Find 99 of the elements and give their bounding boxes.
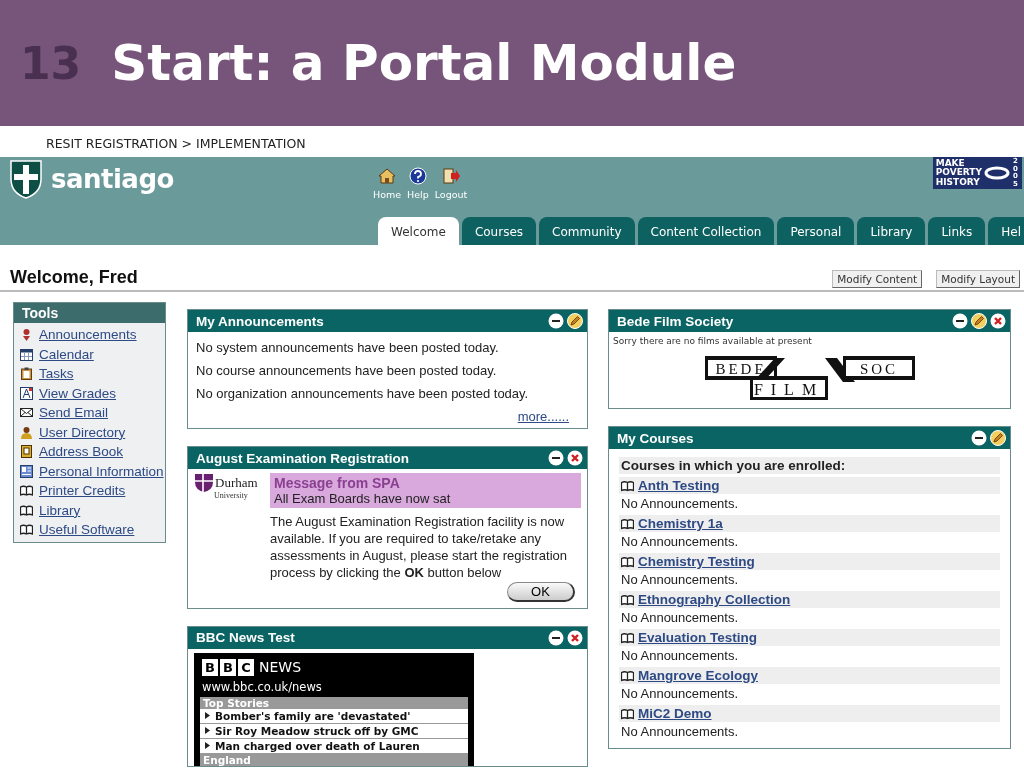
close-icon[interactable] bbox=[567, 450, 583, 466]
modify-button[interactable]: Modify Layout bbox=[936, 270, 1020, 288]
minimize-icon[interactable] bbox=[548, 450, 564, 466]
close-icon[interactable] bbox=[990, 313, 1006, 329]
tool-link[interactable]: Tasks bbox=[39, 366, 74, 381]
notice-text: Sorry there are no films available at present bbox=[613, 336, 813, 346]
address-book-icon bbox=[20, 445, 33, 458]
tool-link[interactable]: Printer Credits bbox=[39, 483, 126, 498]
course-link[interactable]: Chemistry Testing bbox=[638, 554, 755, 569]
tool-link[interactable]: Send Email bbox=[39, 405, 109, 420]
open-book-icon bbox=[621, 707, 634, 720]
nav-tab[interactable]: Hel bbox=[988, 217, 1024, 245]
tool-link[interactable]: Personal Information bbox=[39, 463, 164, 479]
modify-button[interactable]: Modify Content bbox=[832, 270, 923, 288]
logo-letter: B bbox=[202, 658, 218, 676]
course-note: No Announcements. bbox=[620, 647, 740, 664]
course-note: No Announcements. bbox=[620, 609, 740, 626]
minimize-icon[interactable] bbox=[548, 629, 564, 646]
announcement-text: No organization announcements have been posted today. bbox=[196, 386, 530, 401]
slide-title: Start: a Portal Module bbox=[111, 34, 737, 92]
course-note: No Announcements. bbox=[620, 495, 740, 512]
course-note: No Announcements. bbox=[620, 685, 740, 702]
logo-letter: B bbox=[220, 658, 236, 676]
nav-tab[interactable]: Personal bbox=[777, 217, 855, 245]
id-card-icon bbox=[20, 464, 33, 478]
tool-link[interactable]: User Directory bbox=[39, 424, 126, 440]
shield-logo-icon bbox=[9, 159, 43, 199]
minimize-icon[interactable] bbox=[971, 430, 987, 446]
nav-tab[interactable]: Courses bbox=[461, 217, 537, 245]
module-title: August Examination Registration bbox=[196, 450, 410, 466]
nav-tab[interactable]: Links bbox=[928, 217, 986, 245]
module-title: Bede Film Society bbox=[617, 313, 734, 329]
minimize-icon[interactable] bbox=[548, 313, 564, 329]
section-heading: Top Stories bbox=[200, 696, 468, 709]
tool-link[interactable]: View Grades bbox=[39, 385, 117, 401]
open-book-icon bbox=[621, 593, 634, 606]
breadcrumb: RESIT REGISTRATION > IMPLEMENTATION bbox=[45, 135, 307, 153]
module-title: My Announcements bbox=[196, 313, 324, 329]
more-link[interactable]: more...... bbox=[517, 409, 569, 424]
course-link[interactable]: Anth Testing bbox=[638, 478, 720, 493]
open-book-icon bbox=[20, 523, 33, 536]
pencil-icon[interactable] bbox=[971, 313, 987, 329]
grades-icon bbox=[20, 386, 33, 400]
logo-letter: C bbox=[238, 658, 254, 676]
message-title: Message from SPA bbox=[274, 475, 401, 491]
message-subtitle: All Exam Boards have now sat bbox=[274, 491, 452, 506]
help-icon bbox=[408, 167, 427, 185]
open-book-icon bbox=[621, 631, 634, 644]
ok-button[interactable]: OK bbox=[507, 581, 575, 602]
course-link[interactable]: MiC2 Demo bbox=[638, 706, 712, 721]
open-book-icon bbox=[20, 484, 33, 497]
home-icon bbox=[378, 167, 397, 185]
course-note: No Announcements. bbox=[620, 533, 740, 550]
tool-link[interactable]: Calendar bbox=[39, 346, 94, 362]
close-icon[interactable] bbox=[567, 629, 583, 646]
nav-tab[interactable]: Library bbox=[857, 217, 926, 245]
module-title: My Courses bbox=[617, 430, 694, 446]
tool-link[interactable]: Announcements bbox=[39, 327, 137, 342]
clipboard-icon bbox=[20, 367, 33, 380]
brand-name: santiago bbox=[51, 164, 174, 194]
registration-text: The August Examination Registration facility is now available. If you are required to take/retake any assessments in August, please start the registration process by clicking the OK button below bbox=[270, 514, 568, 582]
logout-icon bbox=[442, 167, 460, 185]
band-icon bbox=[984, 166, 1010, 180]
film-society-logo: BEDE FILM SOC bbox=[704, 354, 915, 402]
course-link[interactable]: Chemistry 1a bbox=[638, 516, 723, 531]
course-note: No Announcements. bbox=[620, 723, 740, 740]
pencil-icon[interactable] bbox=[990, 430, 1006, 446]
open-book-icon bbox=[20, 503, 33, 517]
course-link[interactable]: Ethnography Collection bbox=[638, 592, 791, 607]
pencil-icon[interactable] bbox=[567, 313, 583, 329]
panel-header: Tools bbox=[14, 303, 165, 323]
courses-heading: Courses in which you are enrolled: bbox=[619, 457, 1000, 474]
module-title: BBC News Test bbox=[196, 630, 295, 646]
nav-tab[interactable]: Community bbox=[539, 217, 635, 245]
course-link[interactable]: Mangrove Ecology bbox=[638, 668, 759, 683]
announcement-text: No system announcements have been posted today. bbox=[196, 340, 500, 355]
logo-word: NEWS bbox=[259, 659, 302, 676]
announcement-text: No course announcements have been posted today. bbox=[196, 363, 498, 378]
tool-link[interactable]: Useful Software bbox=[39, 522, 135, 537]
nav-tab[interactable]: Content Collection bbox=[637, 217, 775, 245]
envelope-icon bbox=[20, 406, 33, 419]
open-book-icon bbox=[621, 479, 634, 492]
nav-tab[interactable]: Welcome bbox=[378, 217, 459, 245]
open-book-icon bbox=[621, 517, 634, 530]
tool-link[interactable]: Address Book bbox=[39, 444, 124, 459]
open-book-icon bbox=[621, 669, 634, 682]
person-icon bbox=[20, 425, 33, 439]
logo-wordmark: Durham bbox=[215, 475, 258, 491]
course-note: No Announcements. bbox=[620, 571, 740, 588]
welcome-heading: Welcome, Fred bbox=[10, 267, 138, 288]
news-url: www.bbc.co.uk/news bbox=[201, 678, 323, 696]
minimize-icon[interactable] bbox=[952, 313, 968, 329]
open-book-icon bbox=[621, 555, 634, 568]
course-link[interactable]: Evaluation Testing bbox=[638, 630, 757, 645]
logo-subtitle: University bbox=[213, 491, 249, 500]
pin-icon bbox=[20, 328, 33, 341]
tool-link[interactable]: Library bbox=[39, 502, 81, 518]
crest-icon bbox=[194, 473, 214, 493]
calendar-icon bbox=[20, 347, 33, 361]
